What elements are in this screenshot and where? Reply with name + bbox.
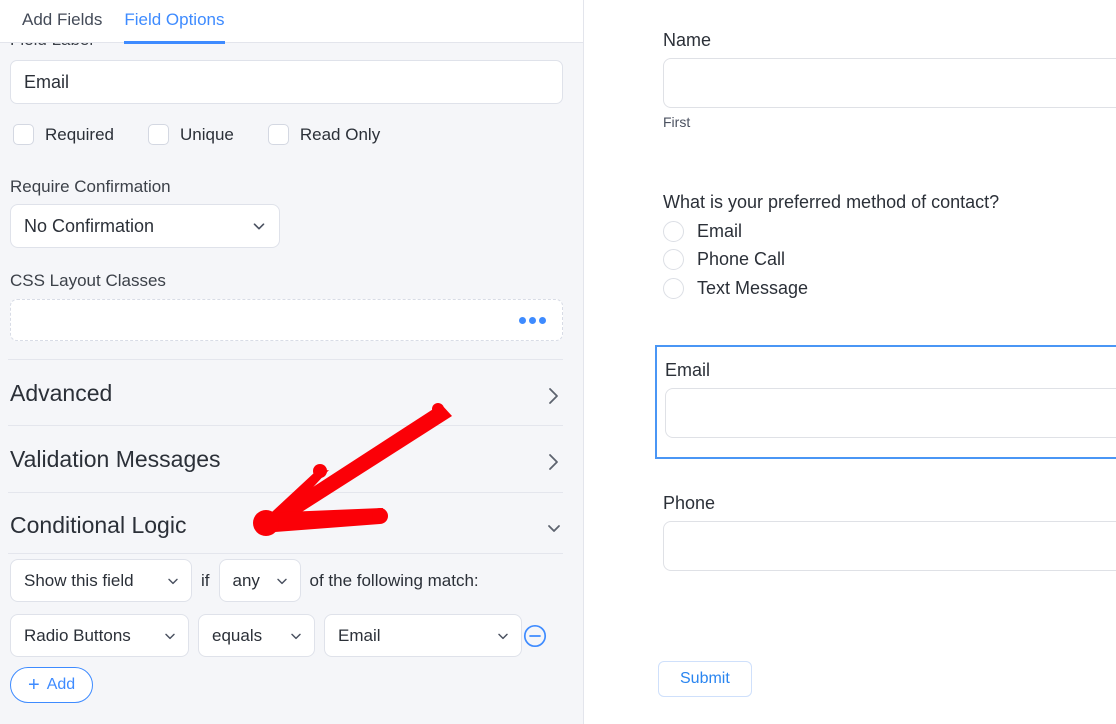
chevron-down-icon[interactable] bbox=[544, 518, 564, 538]
field-label-input[interactable]: Email bbox=[10, 60, 563, 104]
preview-radio-option-phone-call[interactable]: Phone Call bbox=[663, 249, 785, 270]
css-layout-classes-input[interactable] bbox=[10, 299, 563, 341]
preview-radio-option-email-label: Email bbox=[697, 221, 742, 242]
chevron-right-icon[interactable] bbox=[546, 449, 562, 475]
divider bbox=[8, 492, 563, 493]
add-condition-button[interactable]: + Add bbox=[10, 667, 93, 703]
checkbox-unique[interactable]: Unique bbox=[148, 124, 234, 145]
require-confirmation-select[interactable]: No Confirmation bbox=[10, 204, 280, 248]
accordion-validation-messages[interactable]: Validation Messages bbox=[10, 446, 221, 473]
checkbox-unique-box[interactable] bbox=[148, 124, 169, 145]
require-confirmation-label: Require Confirmation bbox=[10, 177, 171, 197]
add-condition-label: Add bbox=[47, 676, 75, 694]
conditional-rule-field-select[interactable]: Radio Buttons bbox=[10, 614, 189, 657]
checkbox-read-only[interactable]: Read Only bbox=[268, 124, 380, 145]
radio-circle-icon[interactable] bbox=[663, 221, 684, 242]
tab-field-options[interactable]: Field Options bbox=[124, 0, 224, 44]
conditional-action-select[interactable]: Show this field bbox=[10, 559, 192, 602]
radio-circle-icon[interactable] bbox=[663, 249, 684, 270]
checkbox-required-box[interactable] bbox=[13, 124, 34, 145]
tab-add-fields[interactable]: Add Fields bbox=[22, 0, 102, 44]
conditional-trailing-text: of the following match: bbox=[310, 571, 479, 591]
checkbox-unique-label: Unique bbox=[180, 125, 234, 145]
preview-phone-input[interactable] bbox=[663, 521, 1116, 571]
chevron-down-icon bbox=[274, 573, 290, 589]
preview-submit-label: Submit bbox=[680, 670, 730, 688]
preview-radio-option-text-message-label: Text Message bbox=[697, 278, 808, 299]
checkbox-read-only-label: Read Only bbox=[300, 125, 380, 145]
divider bbox=[8, 359, 563, 360]
field-options-panel: Field Label Email Required Unique Read O… bbox=[0, 0, 584, 724]
conditional-rule-field-value: Radio Buttons bbox=[24, 626, 131, 646]
chevron-down-icon bbox=[288, 628, 304, 644]
panel-tabs: Add Fields Field Options bbox=[0, 0, 583, 43]
conditional-rule-value: Email bbox=[338, 626, 381, 646]
field-options-scroll-area[interactable]: Field Label Email Required Unique Read O… bbox=[0, 0, 583, 724]
field-flags-row: Required Unique Read Only bbox=[13, 124, 380, 145]
chevron-down-icon bbox=[165, 573, 181, 589]
conditional-match-type-value: any bbox=[233, 571, 260, 591]
divider bbox=[8, 425, 563, 426]
divider bbox=[8, 553, 563, 554]
conditional-logic-rule-row: Radio Buttons equals Email bbox=[10, 614, 522, 657]
preview-email-input[interactable] bbox=[665, 388, 1116, 438]
circle-minus-icon[interactable] bbox=[523, 624, 547, 648]
require-confirmation-value: No Confirmation bbox=[24, 216, 154, 237]
checkbox-required-label: Required bbox=[45, 125, 114, 145]
conditional-rule-value-select[interactable]: Email bbox=[324, 614, 522, 657]
conditional-rule-operator-value: equals bbox=[212, 626, 262, 646]
conditional-action-value: Show this field bbox=[24, 571, 134, 591]
plus-icon: + bbox=[28, 675, 40, 695]
form-preview-panel: Name First What is your preferred method… bbox=[584, 0, 1116, 724]
radio-circle-icon[interactable] bbox=[663, 278, 684, 299]
conditional-match-type-select[interactable]: any bbox=[219, 559, 301, 602]
three-dots-icon[interactable] bbox=[519, 317, 546, 324]
chevron-down-icon bbox=[162, 628, 178, 644]
preview-radio-option-text-message[interactable]: Text Message bbox=[663, 278, 808, 299]
preview-name-label: Name bbox=[663, 30, 711, 51]
preview-phone-label: Phone bbox=[663, 493, 715, 514]
form-builder-screen: Field Label Email Required Unique Read O… bbox=[0, 0, 1116, 724]
preview-radio-option-email[interactable]: Email bbox=[663, 221, 742, 242]
preview-email-field-selected[interactable]: Email bbox=[655, 345, 1116, 459]
chevron-right-icon[interactable] bbox=[546, 383, 562, 409]
preview-submit-button[interactable]: Submit bbox=[658, 661, 752, 697]
accordion-conditional-logic[interactable]: Conditional Logic bbox=[10, 512, 186, 539]
css-layout-classes-label: CSS Layout Classes bbox=[10, 271, 166, 291]
conditional-connector-text: if bbox=[201, 571, 210, 591]
chevron-down-icon bbox=[250, 217, 268, 235]
preview-radio-option-phone-call-label: Phone Call bbox=[697, 249, 785, 270]
preview-name-input[interactable] bbox=[663, 58, 1116, 108]
accordion-conditional-logic-title: Conditional Logic bbox=[10, 512, 186, 539]
conditional-logic-action-row: Show this field if any of the following … bbox=[10, 559, 479, 602]
chevron-down-icon bbox=[495, 628, 511, 644]
field-label-input-value: Email bbox=[24, 72, 69, 93]
accordion-advanced-title: Advanced bbox=[10, 380, 112, 407]
preview-email-label: Email bbox=[665, 360, 710, 381]
accordion-advanced[interactable]: Advanced bbox=[10, 380, 112, 407]
checkbox-read-only-box[interactable] bbox=[268, 124, 289, 145]
preview-radio-question: What is your preferred method of contact… bbox=[663, 192, 999, 213]
preview-name-sublabel: First bbox=[663, 114, 690, 130]
accordion-validation-messages-title: Validation Messages bbox=[10, 446, 221, 473]
checkbox-required[interactable]: Required bbox=[13, 124, 114, 145]
conditional-rule-operator-select[interactable]: equals bbox=[198, 614, 315, 657]
